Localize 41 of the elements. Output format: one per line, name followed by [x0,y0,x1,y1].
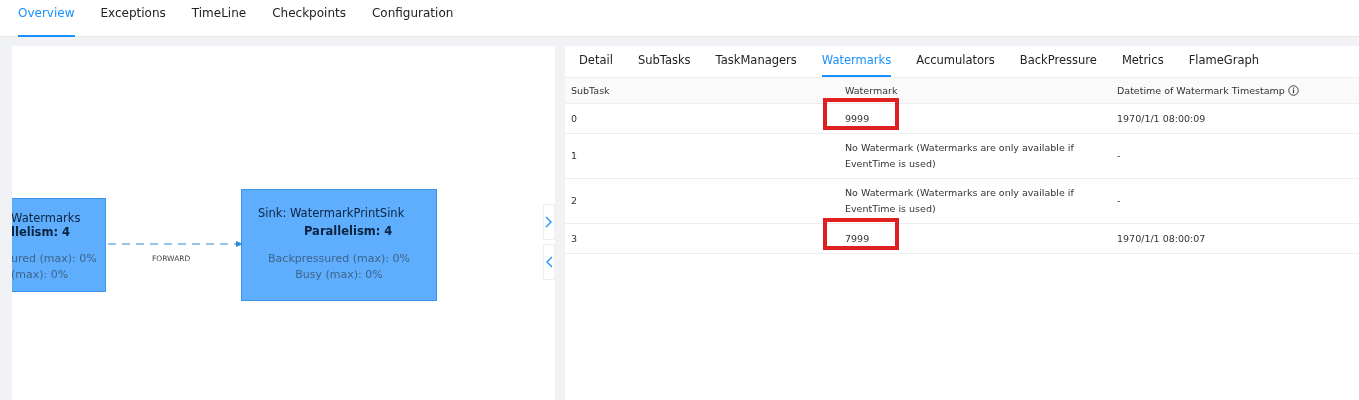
column-header: Watermark [845,85,898,96]
detail-tab[interactable]: BackPressure [1019,46,1097,75]
table-cell: 1 [571,150,578,161]
operator-node[interactable]: Sink: WatermarkPrintSink Parallelism: 4 Backpressured (max): 0% Busy (max): 0% [241,189,437,301]
detail-tab[interactable]: SubTasks [637,46,691,75]
nav-tab[interactable]: Checkpoints [272,0,346,35]
node-metric: ured (max): 0% [12,251,98,267]
table-cell: 0 [571,112,578,124]
table-cell: 3 [571,232,578,244]
chevron-right-icon [545,216,553,228]
detail-tab[interactable]: Metrics [1121,46,1164,75]
chevron-left-icon [545,256,553,268]
detail-tab[interactable]: Accumulators [916,46,995,75]
nav-tab[interactable]: Configuration [371,0,454,35]
table-cell: - [1117,150,1121,161]
table-cell: - [1117,195,1121,206]
detail-tab[interactable]: FlameGraph [1188,46,1260,75]
table-cell-text: No Watermark (Watermarks are only available if EventTime is used) [845,141,1075,171]
node-title: llelism: 4 [12,225,71,239]
node-metric: Busy (max): 0% [294,267,384,283]
info-icon [1287,85,1299,96]
detail-tab[interactable]: Detail [579,46,613,75]
expand-button[interactable] [543,204,555,240]
node-title: Sink: WatermarkPrintSink [258,206,406,220]
table-cell-text: No Watermark (Watermarks are only available if EventTime is used) [845,186,1075,216]
collapse-button[interactable] [543,244,555,280]
table-cell: 2 [571,195,578,206]
column-header: Datetime of Watermark Timestamp [1117,85,1285,96]
column-header: SubTask [571,85,610,96]
detail-tab[interactable]: TaskManagers [715,46,797,75]
table-cell: 1970/1/1 08:00:09 [1117,112,1206,124]
node-title: Parallelism: 4 [303,224,394,238]
table-cell-text: 7999 [845,231,871,246]
table-cell: 1970/1/1 08:00:07 [1117,232,1206,244]
table-cell-text: 9999 [845,111,871,126]
nav-tab[interactable]: Exceptions [100,0,166,35]
node-title: Watermarks [12,211,82,225]
operator-node[interactable]: Watermarks llelism: 4 ured (max): 0% (max): 0% [12,198,106,292]
node-metric: (max): 0% [12,267,70,283]
node-metric: Backpressured (max): 0% [267,251,411,267]
nav-tab[interactable]: TimeLine [191,0,247,35]
